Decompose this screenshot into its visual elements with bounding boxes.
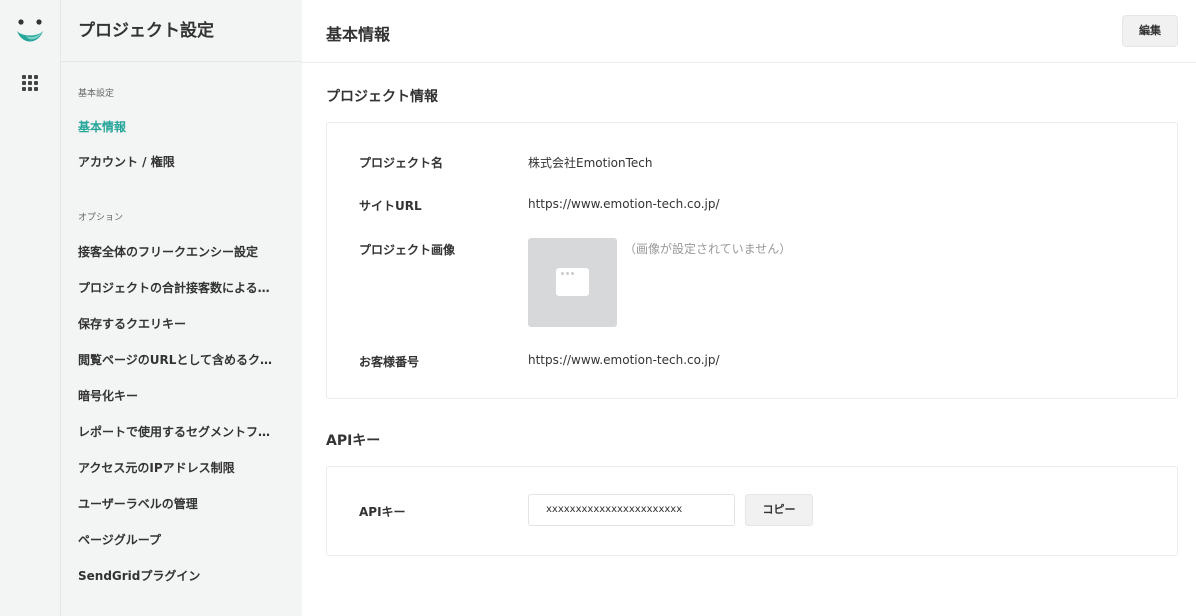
page-title: 基本情報 [326,25,391,44]
sidebar-item-page-groups[interactable]: ページグループ [78,531,161,548]
sidebar-item-page-url[interactable]: 閲覧ページのURLとして含めるク… [78,351,272,368]
smile-logo-icon[interactable] [14,18,46,46]
image-placeholder-icon [556,268,589,296]
main-content: 基本情報 編集 プロジェクト情報 プロジェクト名 株式会社EmotionTech… [302,0,1196,616]
sidebar-item-sendgrid-plugin[interactable]: SendGridプラグイン [78,567,200,584]
project-name-label: プロジェクト名 [359,156,444,170]
project-info-heading: プロジェクト情報 [326,89,438,105]
site-url-value: https://www.emotion-tech.co.jp/ [528,197,720,211]
main-header: 基本情報 編集 [302,0,1196,63]
project-image-label: プロジェクト画像 [359,243,456,257]
sidebar-item-ip-restriction[interactable]: アクセス元のIPアドレス制限 [78,459,235,476]
sidebar-item-basic-info[interactable]: 基本情報 [78,118,126,135]
site-url-label: サイトURL [359,199,422,213]
customer-number-label: お客様番号 [359,355,420,369]
sidebar-title: プロジェクト設定 [61,0,302,62]
sidebar-section-basic: 基本設定 [78,89,115,99]
api-key-field[interactable]: xxxxxxxxxxxxxxxxxxxxxxx [528,494,735,526]
settings-sidebar: プロジェクト設定 基本設定 基本情報 アカウント / 権限 オプション 接客全体… [61,0,302,616]
app-rail [0,0,61,616]
project-image-empty-text: （画像が設定されていません） [624,242,792,256]
sidebar-item-frequency[interactable]: 接客全体のフリークエンシー設定 [78,243,258,260]
sidebar-item-encryption-key[interactable]: 暗号化キー [78,387,138,404]
customer-number-value: https://www.emotion-tech.co.jp/ [528,353,720,367]
sidebar-item-user-labels[interactable]: ユーザーラベルの管理 [78,495,198,512]
edit-button[interactable]: 編集 [1122,15,1178,47]
sidebar-item-total-actions[interactable]: プロジェクトの合計接客数による… [78,279,270,296]
sidebar-section-options: オプション [78,213,124,223]
project-name-value: 株式会社EmotionTech [528,156,653,170]
api-key-label: APIキー [359,505,406,519]
project-info-card: プロジェクト名 株式会社EmotionTech サイトURL https://w… [326,122,1178,399]
api-key-card: APIキー xxxxxxxxxxxxxxxxxxxxxxx コピー [326,466,1178,556]
project-image-placeholder [528,238,617,327]
sidebar-item-query-keys[interactable]: 保存するクエリキー [78,315,186,332]
sidebar-item-report-segment[interactable]: レポートで使用するセグメントフ… [78,423,270,440]
copy-button[interactable]: コピー [745,494,813,526]
sidebar-item-account-permissions[interactable]: アカウント / 権限 [78,153,175,170]
grid-apps-icon[interactable] [22,75,38,91]
api-key-heading: APIキー [326,433,381,449]
